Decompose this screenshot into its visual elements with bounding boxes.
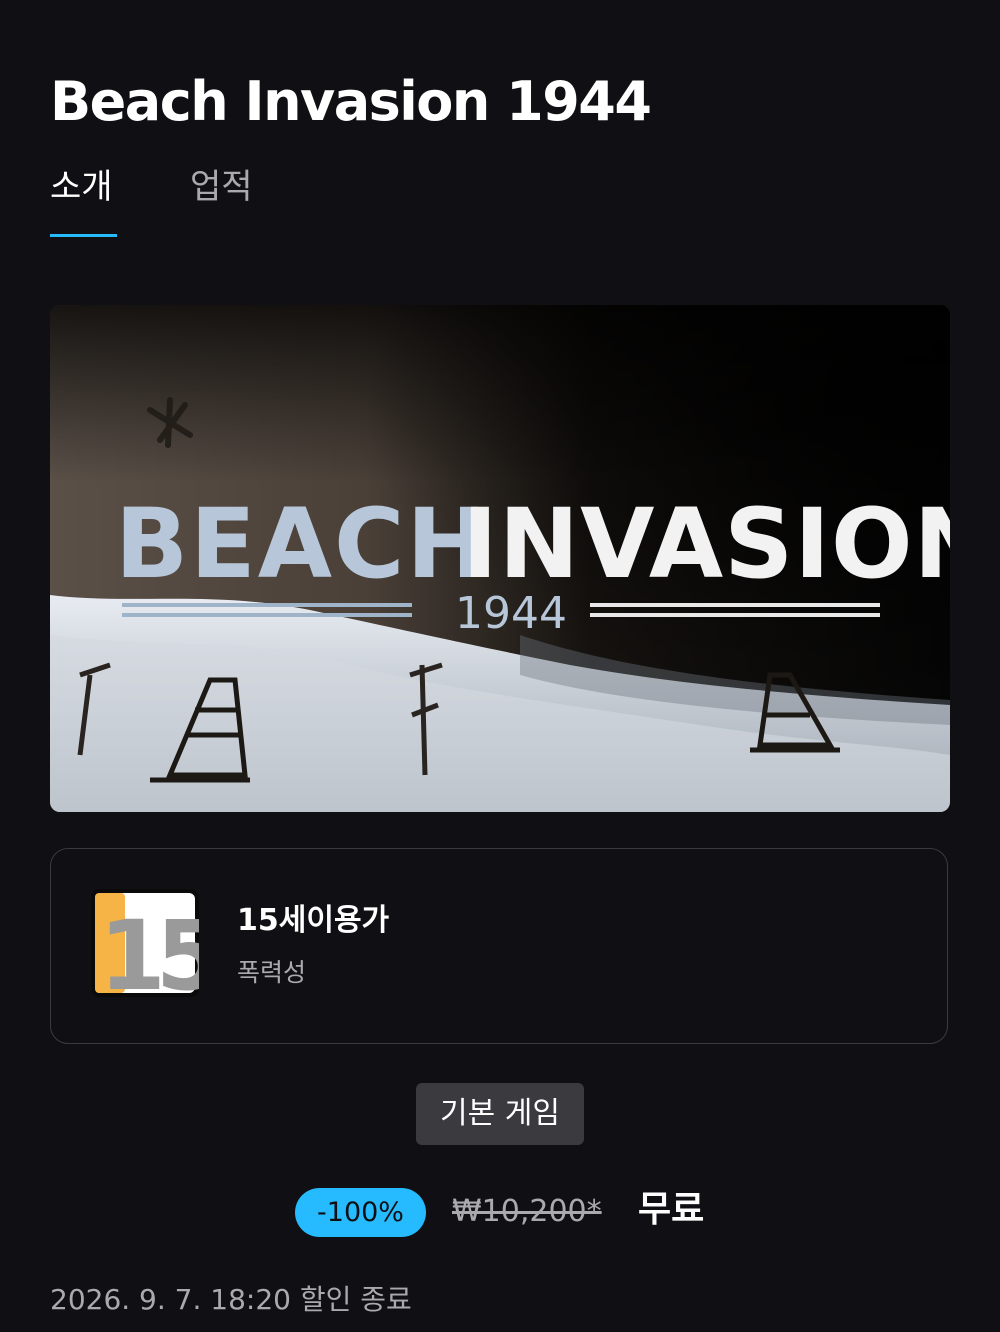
age-rating-badge: 15 [91, 889, 199, 997]
rating-15-icon: 15 [95, 893, 199, 997]
final-price: 무료 [638, 1189, 705, 1230]
age-rating-label: 15세이용가 [237, 903, 390, 938]
original-price: ₩10,200* [452, 1194, 602, 1229]
tab-bar: 소개 업적 [50, 162, 450, 238]
hero-image[interactable]: BEACH INVASION 1944 [50, 305, 950, 812]
tab-achievements[interactable]: 업적 [190, 162, 253, 212]
logo-year: 1944 [455, 588, 567, 639]
rating-descriptor: 폭력성 [237, 958, 307, 987]
logo-word-beach: BEACH [115, 488, 489, 600]
price-row: -100% ₩10,200* 무료 [0, 1188, 1000, 1238]
logo-word-invasion: INVASION [462, 488, 950, 600]
discount-badge: -100% [295, 1188, 426, 1237]
tab-overview[interactable]: 소개 [50, 162, 113, 212]
page-title: Beach Invasion 1944 [50, 70, 652, 133]
age-rating-card: 15 15세이용가 폭력성 [50, 848, 948, 1044]
base-game-badge: 기본 게임 [416, 1083, 584, 1145]
rating-badge-number: 15 [99, 900, 199, 997]
active-tab-indicator [50, 234, 117, 237]
sale-end-date: 2026. 9. 7. 18:20 할인 종료 [50, 1283, 412, 1316]
hero-artwork: BEACH INVASION 1944 [50, 305, 950, 812]
